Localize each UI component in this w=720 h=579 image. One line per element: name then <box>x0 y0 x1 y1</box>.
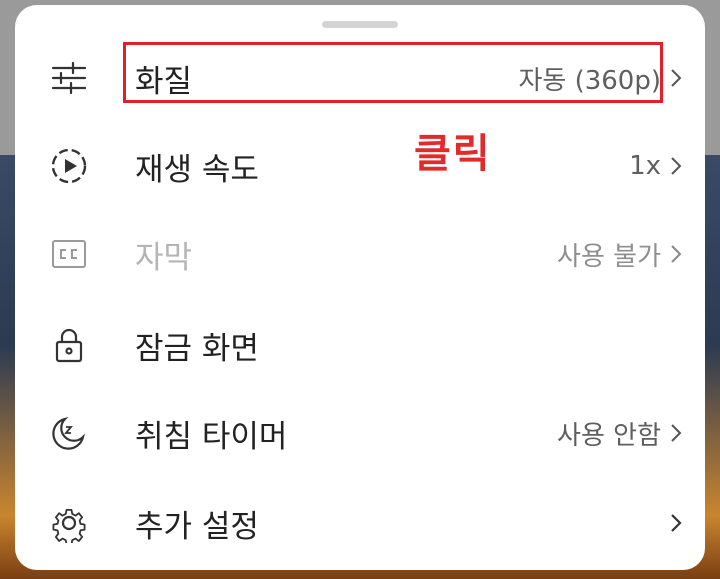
menu-item-value: 사용 안함 <box>557 420 661 451</box>
chevron-right-icon <box>667 64 685 92</box>
captions-icon <box>49 234 89 274</box>
chevron-right-icon <box>667 419 685 447</box>
moon-sleep-icon <box>49 413 89 453</box>
playback-speed-icon <box>49 146 89 186</box>
menu-item-captions[interactable]: 자막 사용 불가 <box>15 210 705 298</box>
menu-item-value: 사용 불가 <box>557 241 661 272</box>
menu-item-label: 추가 설정 <box>135 508 259 545</box>
gear-icon <box>49 503 89 543</box>
chevron-right-icon <box>667 152 685 180</box>
menu-item-label: 자막 <box>135 239 193 276</box>
chevron-right-icon <box>667 240 685 268</box>
chevron-right-icon <box>667 509 685 537</box>
sliders-icon <box>49 58 89 98</box>
menu-item-sleep-timer[interactable]: 취침 타이머 사용 안함 <box>15 389 705 477</box>
menu-item-value: 1x <box>629 151 661 181</box>
menu-item-playback-speed[interactable]: 재생 속도 1x <box>15 122 705 210</box>
menu-item-label: 취침 타이머 <box>135 418 288 455</box>
settings-bottom-sheet: 화질 자동 (360p) 재생 속도 1x 자막 사용 불가 잠금 화면 취침 … <box>15 5 705 570</box>
click-annotation: 클릭 <box>414 131 492 177</box>
highlight-box <box>123 42 663 103</box>
menu-item-label: 잠금 화면 <box>135 330 259 367</box>
menu-item-label: 재생 속도 <box>135 151 259 188</box>
sheet-drag-handle[interactable] <box>322 21 398 28</box>
menu-item-lock-screen[interactable]: 잠금 화면 <box>15 301 705 389</box>
menu-item-more-settings[interactable]: 추가 설정 <box>15 479 705 567</box>
lock-icon <box>49 325 89 365</box>
